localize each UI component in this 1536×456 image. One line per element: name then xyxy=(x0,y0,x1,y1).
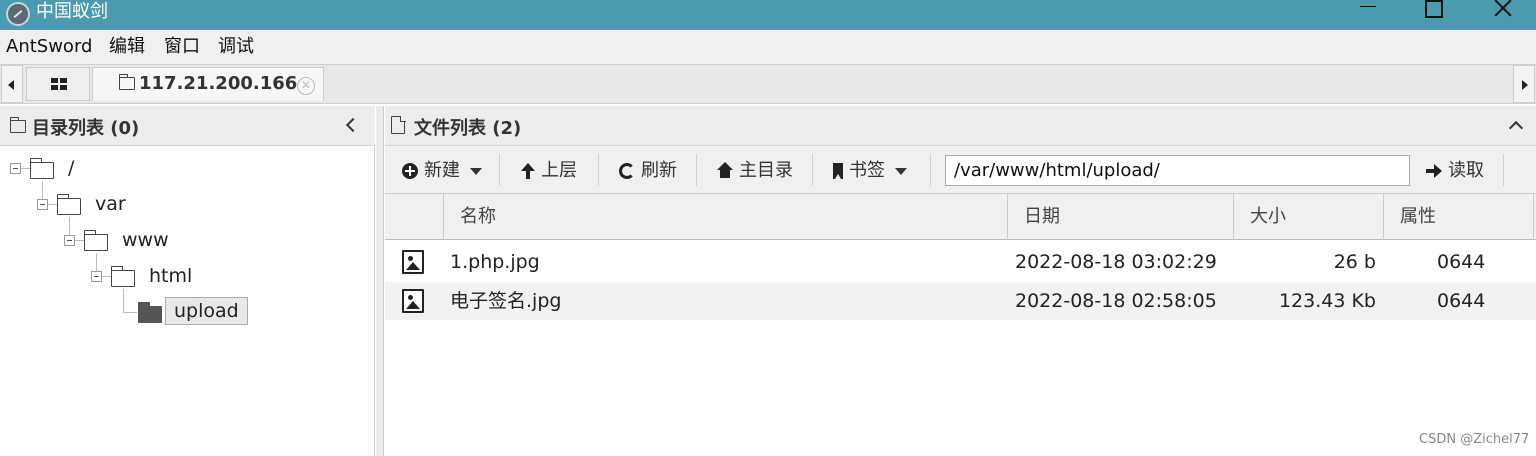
refresh-button[interactable]: 刷新 xyxy=(619,156,677,182)
image-file-icon xyxy=(402,289,424,313)
plus-circle-icon xyxy=(402,163,418,179)
parent-dir-button[interactable]: 上层 xyxy=(521,156,577,182)
image-file-icon xyxy=(402,250,424,274)
file-size: 26 b xyxy=(1333,251,1376,273)
file-row[interactable]: 1.php.jpg 2022-08-18 03:02:29 26 b 0644 xyxy=(385,243,1536,281)
menu-bar: AntSword 编辑 窗口 调试 xyxy=(0,30,1536,64)
folder-icon xyxy=(56,194,81,215)
menu-debug[interactable]: 调试 xyxy=(218,36,254,58)
folder-icon xyxy=(118,74,135,90)
file-perm: 0644 xyxy=(1437,251,1486,273)
folder-icon xyxy=(29,158,54,179)
tab-host-label: 117.21.200.166 xyxy=(139,73,298,94)
file-row[interactable]: 电子签名.jpg 2022-08-18 02:58:05 123.43 Kb 0… xyxy=(385,282,1536,320)
bookmark-button[interactable]: 书签 xyxy=(833,156,907,182)
tree-collapse-icon[interactable] xyxy=(64,235,75,246)
directory-panel: 目录列表 (0) / var www html upload xyxy=(0,106,375,456)
tab-bar: 117.21.200.166 ✕ xyxy=(0,64,1536,104)
directory-panel-title: 目录列表 (0) xyxy=(32,118,140,139)
tree-node-label: / xyxy=(68,157,75,179)
folder-icon xyxy=(83,230,108,251)
tab-scroll-left-button[interactable] xyxy=(1,65,23,103)
antsword-app-icon xyxy=(6,2,30,26)
arrow-up-icon xyxy=(521,163,535,179)
folder-icon xyxy=(110,266,135,287)
grid-icon xyxy=(51,78,67,91)
file-perm: 0644 xyxy=(1437,290,1486,312)
panel-splitter[interactable] xyxy=(376,106,384,456)
tree-collapse-icon[interactable] xyxy=(10,163,21,174)
maximize-button[interactable] xyxy=(1402,0,1462,30)
window-title: 中国蚁剑 xyxy=(36,1,108,22)
close-button[interactable] xyxy=(1472,0,1532,30)
arrow-right-icon xyxy=(1426,164,1442,178)
file-date: 2022-08-18 02:58:05 xyxy=(1015,290,1217,312)
file-size: 123.43 Kb xyxy=(1278,290,1376,312)
collapse-left-icon[interactable] xyxy=(345,117,361,133)
new-button[interactable]: 新建 xyxy=(402,156,482,182)
title-bar: 中国蚁剑 xyxy=(0,0,1536,30)
menu-antsword[interactable]: AntSword xyxy=(6,36,92,58)
tree-node-label-selected[interactable]: upload xyxy=(165,297,248,325)
file-icon xyxy=(391,115,406,134)
tab-home-grid[interactable] xyxy=(26,67,90,101)
home-dir-button[interactable]: 主目录 xyxy=(717,156,793,182)
file-date: 2022-08-18 03:02:29 xyxy=(1015,251,1217,273)
column-perm[interactable]: 属性 xyxy=(1384,194,1534,240)
column-name[interactable]: 名称 xyxy=(444,194,1008,240)
file-name: 电子签名.jpg xyxy=(450,290,562,312)
file-name: 1.php.jpg xyxy=(450,251,540,273)
read-button[interactable]: 读取 xyxy=(1426,156,1484,182)
bookmark-icon xyxy=(833,163,843,179)
tree-node-label: html xyxy=(149,265,193,287)
column-icon xyxy=(385,194,444,240)
refresh-icon xyxy=(619,163,635,179)
column-size[interactable]: 大小 xyxy=(1234,194,1384,240)
path-input[interactable] xyxy=(945,155,1410,186)
folder-filled-icon xyxy=(137,302,162,323)
file-panel-title: 文件列表 (2) xyxy=(414,118,522,139)
file-panel-header: 文件列表 (2) xyxy=(385,106,1536,146)
watermark-text: CSDN @Zichel77 xyxy=(1419,432,1530,447)
tab-close-icon[interactable]: ✕ xyxy=(297,77,315,95)
tree-collapse-icon[interactable] xyxy=(37,199,48,210)
folder-icon xyxy=(9,117,26,133)
tree-node-label: www xyxy=(122,229,169,251)
column-date[interactable]: 日期 xyxy=(1008,194,1234,240)
home-icon xyxy=(717,162,733,178)
collapse-up-icon[interactable] xyxy=(1508,120,1524,136)
menu-window[interactable]: 窗口 xyxy=(164,36,200,58)
directory-panel-header: 目录列表 (0) xyxy=(0,106,375,146)
menu-edit[interactable]: 编辑 xyxy=(109,36,145,58)
tab-host-shell[interactable]: 117.21.200.166 ✕ xyxy=(92,67,324,101)
chevron-down-icon xyxy=(895,167,907,175)
chevron-down-icon xyxy=(470,167,482,175)
minimize-button[interactable] xyxy=(1336,0,1396,30)
file-panel: 文件列表 (2) 新建 上层 刷新 主目录 书签 读取 名称 日期 xyxy=(385,106,1536,456)
file-toolbar: 新建 上层 刷新 主目录 书签 读取 xyxy=(385,146,1536,194)
tree-collapse-icon[interactable] xyxy=(91,271,102,282)
file-grid-header: 名称 日期 大小 属性 xyxy=(385,194,1536,240)
tab-scroll-right-button[interactable] xyxy=(1513,65,1535,103)
tree-node-label: var xyxy=(95,193,126,215)
